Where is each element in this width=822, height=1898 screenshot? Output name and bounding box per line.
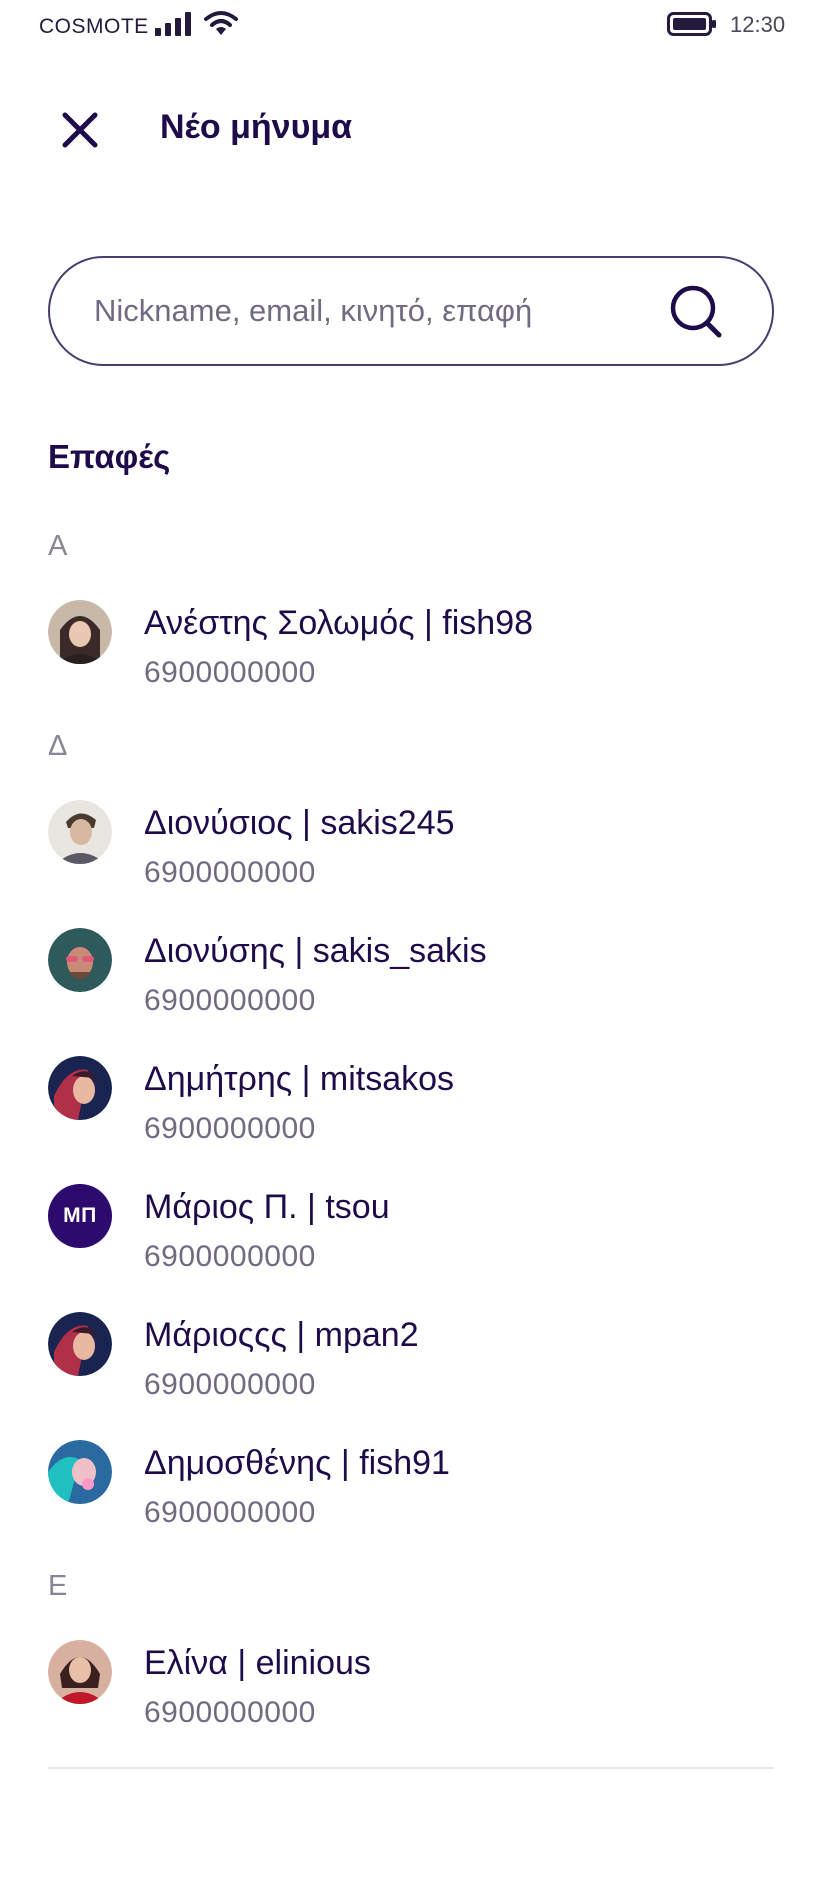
contact-item[interactable]: Διονύσης | sakis_sakis 6900000000 [48, 928, 774, 1038]
letter-header: Δ [48, 730, 68, 762]
contact-phone: 6900000000 [144, 984, 316, 1017]
contacts-section-title: Επαφές [48, 438, 171, 475]
search-icon[interactable] [668, 284, 724, 340]
contact-item[interactable]: Ελίνα | elinious 6900000000 [48, 1640, 774, 1750]
contact-avatar [48, 1640, 112, 1704]
contact-phone: 6900000000 [144, 656, 316, 689]
contact-avatar [48, 928, 112, 992]
contact-name: Διονύσης | sakis_sakis [144, 932, 487, 970]
contact-avatar [48, 1440, 112, 1504]
contact-avatar [48, 800, 112, 864]
contact-avatar [48, 1312, 112, 1376]
contact-item[interactable]: Διονύσιος | sakis245 6900000000 [48, 800, 774, 910]
contact-item[interactable]: Δημήτρης | mitsakos 6900000000 [48, 1056, 774, 1166]
contact-name: Δημοσθένης | fish91 [144, 1444, 450, 1482]
contact-avatar [48, 600, 112, 664]
close-button[interactable] [52, 102, 108, 158]
letter-header: Α [48, 530, 68, 562]
contact-phone: 6900000000 [144, 1368, 316, 1401]
contact-phone: 6900000000 [144, 1496, 316, 1529]
wifi-icon [204, 11, 238, 35]
contact-phone: 6900000000 [144, 1696, 316, 1729]
contact-phone: 6900000000 [144, 1240, 316, 1273]
search-box[interactable] [48, 256, 774, 366]
status-bar: COSMOTE 12:30 [0, 0, 822, 52]
carrier-label: COSMOTE [39, 15, 149, 38]
contact-phone: 6900000000 [144, 856, 316, 889]
letter-header: Ε [48, 1570, 68, 1602]
contact-avatar [48, 1056, 112, 1120]
page-title: Νέο μήνυμα [160, 108, 353, 146]
contact-item[interactable]: Ανέστης Σολωμός | fish98 6900000000 [48, 600, 774, 710]
contact-name: Μάριος Π. | tsou [144, 1188, 390, 1226]
contact-name: Ελίνα | elinious [144, 1644, 371, 1682]
close-icon [62, 112, 98, 148]
contact-name: Μάριοςςς | mpan2 [144, 1316, 419, 1354]
contact-name: Ανέστης Σολωμός | fish98 [144, 604, 534, 642]
signal-icon [155, 12, 191, 36]
battery-icon [667, 12, 716, 36]
list-divider [48, 1767, 774, 1769]
search-input[interactable] [94, 282, 654, 340]
status-time: 12:30 [730, 12, 786, 37]
contact-name: Δημήτρης | mitsakos [144, 1060, 455, 1098]
contact-item[interactable]: Δημοσθένης | fish91 6900000000 [48, 1440, 774, 1550]
contact-avatar-initials: ΜΠ [48, 1184, 112, 1248]
contact-name: Διονύσιος | sakis245 [144, 804, 455, 842]
contact-item[interactable]: Μάριοςςς | mpan2 6900000000 [48, 1312, 774, 1422]
contact-phone: 6900000000 [144, 1112, 316, 1145]
contact-item[interactable]: ΜΠ Μάριος Π. | tsou 6900000000 [48, 1184, 774, 1294]
